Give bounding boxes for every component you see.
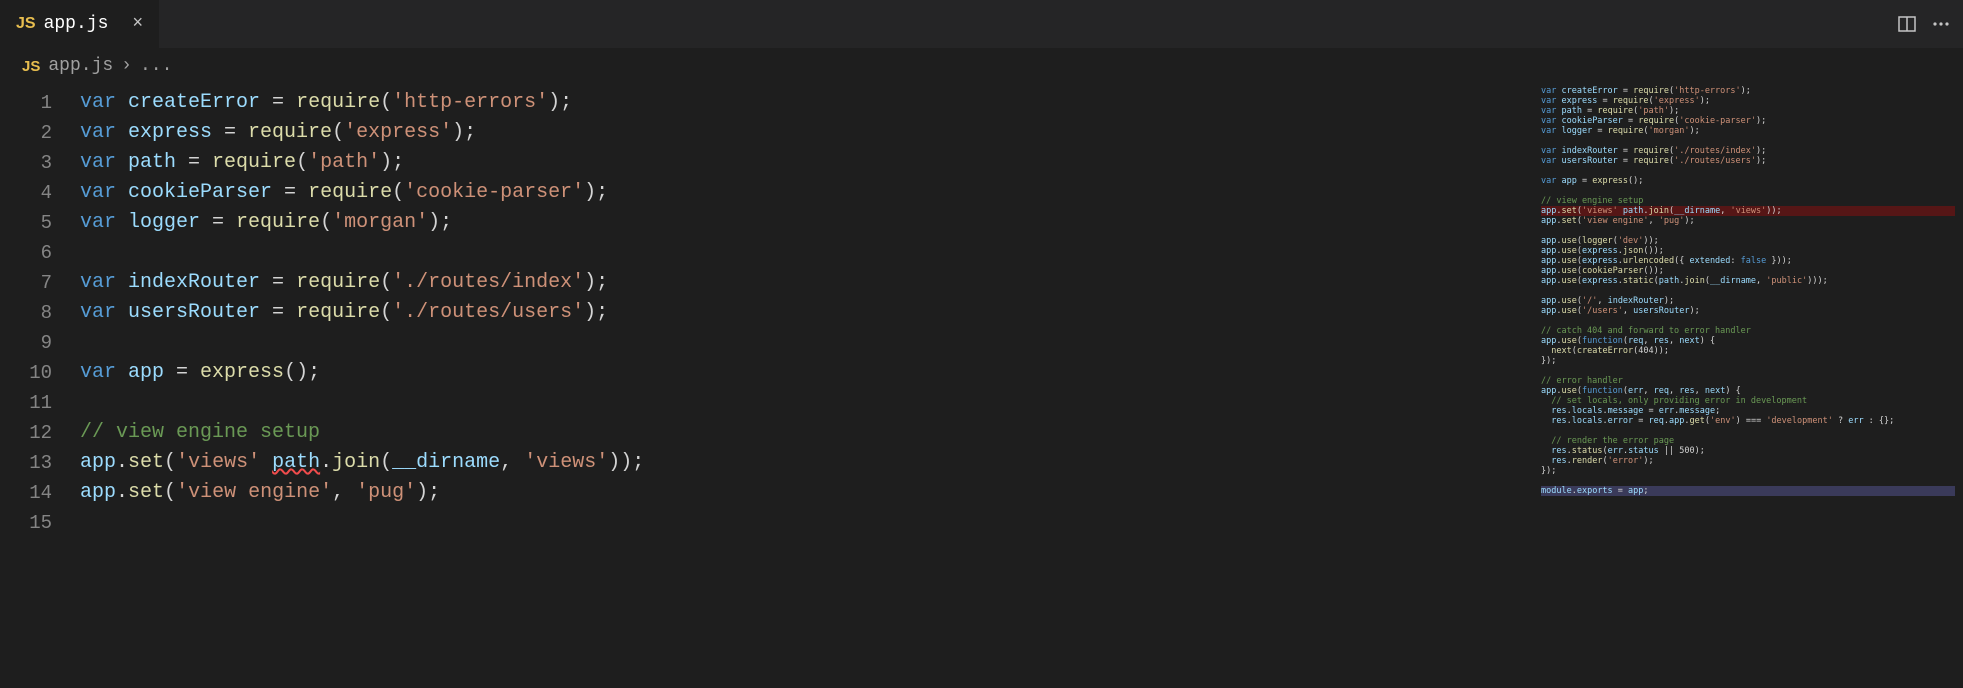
code-line[interactable]: 2var express = require('express'); [0, 118, 1533, 148]
code-line[interactable]: 1var createError = require('http-errors'… [0, 88, 1533, 118]
line-number[interactable]: 11 [0, 388, 80, 418]
javascript-file-icon: JS [16, 15, 36, 33]
split-editor-icon[interactable] [1897, 14, 1917, 34]
tabs-bar: JS app.js × [0, 0, 1963, 48]
minimap-line[interactable]: var app = express(); [1541, 176, 1955, 186]
line-number[interactable]: 4 [0, 178, 80, 208]
code-content[interactable]: app.set('view engine', 'pug'); [80, 478, 440, 508]
minimap-line[interactable]: // catch 404 and forward to error handle… [1541, 326, 1955, 336]
line-number[interactable]: 2 [0, 118, 80, 148]
minimap-line[interactable]: app.use(function(req, res, next) { [1541, 336, 1955, 346]
minimap[interactable]: var createError = require('http-errors')… [1533, 84, 1963, 688]
line-number[interactable]: 7 [0, 268, 80, 298]
breadcrumb[interactable]: JS app.js › ... [0, 48, 1963, 84]
chevron-right-icon: › [121, 56, 132, 76]
minimap-line[interactable]: app.use(function(err, req, res, next) { [1541, 386, 1955, 396]
code-line[interactable]: 3var path = require('path'); [0, 148, 1533, 178]
minimap-line[interactable]: var express = require('express'); [1541, 96, 1955, 106]
more-actions-icon[interactable] [1931, 14, 1951, 34]
minimap-line[interactable]: // render the error page [1541, 436, 1955, 446]
minimap-line[interactable]: app.use(express.urlencoded({ extended: f… [1541, 256, 1955, 266]
code-line[interactable]: 9 [0, 328, 1533, 358]
code-content[interactable]: var createError = require('http-errors')… [80, 88, 572, 118]
minimap-line[interactable]: // set locals, only providing error in d… [1541, 396, 1955, 406]
code-line[interactable]: 11 [0, 388, 1533, 418]
minimap-line[interactable]: app.use('/users', usersRouter); [1541, 306, 1955, 316]
minimap-line[interactable]: app.set('view engine', 'pug'); [1541, 216, 1955, 226]
code-line[interactable]: 5var logger = require('morgan'); [0, 208, 1533, 238]
code-content[interactable]: // view engine setup [80, 418, 320, 448]
minimap-line[interactable]: // error handler [1541, 376, 1955, 386]
minimap-line[interactable]: res.locals.message = err.message; [1541, 406, 1955, 416]
minimap-line[interactable]: app.use(express.static(path.join(__dirna… [1541, 276, 1955, 286]
code-content[interactable]: var logger = require('morgan'); [80, 208, 452, 238]
tab-app-js[interactable]: JS app.js × [0, 0, 159, 48]
code-content[interactable]: app.set('views' path.join(__dirname, 'vi… [80, 448, 644, 478]
code-line[interactable]: 12// view engine setup [0, 418, 1533, 448]
minimap-line[interactable]: app.use(logger('dev')); [1541, 236, 1955, 246]
minimap-line[interactable]: // view engine setup [1541, 196, 1955, 206]
minimap-line[interactable]: }); [1541, 356, 1955, 366]
line-number[interactable]: 8 [0, 298, 80, 328]
code-line[interactable]: 8var usersRouter = require('./routes/use… [0, 298, 1533, 328]
code-editor[interactable]: 1var createError = require('http-errors'… [0, 84, 1533, 688]
minimap-line[interactable]: var logger = require('morgan'); [1541, 126, 1955, 136]
minimap-line[interactable] [1541, 286, 1955, 296]
line-number[interactable]: 15 [0, 508, 80, 538]
minimap-line[interactable]: res.render('error'); [1541, 456, 1955, 466]
minimap-line[interactable]: next(createError(404)); [1541, 346, 1955, 356]
minimap-line[interactable] [1541, 136, 1955, 146]
code-content[interactable]: var usersRouter = require('./routes/user… [80, 298, 608, 328]
code-line[interactable]: 14app.set('view engine', 'pug'); [0, 478, 1533, 508]
minimap-line[interactable] [1541, 316, 1955, 326]
code-line[interactable]: 10var app = express(); [0, 358, 1533, 388]
code-content[interactable]: var cookieParser = require('cookie-parse… [80, 178, 608, 208]
minimap-line[interactable] [1541, 426, 1955, 436]
minimap-line[interactable]: var path = require('path'); [1541, 106, 1955, 116]
line-number[interactable]: 5 [0, 208, 80, 238]
code-line[interactable]: 6 [0, 238, 1533, 268]
minimap-line[interactable]: app.use('/', indexRouter); [1541, 296, 1955, 306]
close-icon[interactable]: × [132, 14, 143, 34]
code-line[interactable]: 15 [0, 508, 1533, 538]
line-number[interactable]: 3 [0, 148, 80, 178]
editor-wrap: 1var createError = require('http-errors'… [0, 84, 1963, 688]
minimap-line[interactable] [1541, 226, 1955, 236]
code-line[interactable]: 13app.set('views' path.join(__dirname, '… [0, 448, 1533, 478]
line-number[interactable]: 13 [0, 448, 80, 478]
minimap-line[interactable]: app.set('views' path.join(__dirname, 'vi… [1541, 206, 1955, 216]
minimap-line[interactable]: }); [1541, 466, 1955, 476]
line-number[interactable]: 9 [0, 328, 80, 358]
javascript-file-icon: JS [22, 58, 40, 75]
code-content[interactable]: var indexRouter = require('./routes/inde… [80, 268, 608, 298]
tab-label: app.js [44, 14, 109, 34]
code-content[interactable]: var express = require('express'); [80, 118, 476, 148]
breadcrumb-tail[interactable]: ... [140, 56, 172, 76]
minimap-line[interactable] [1541, 366, 1955, 376]
code-line[interactable]: 7var indexRouter = require('./routes/ind… [0, 268, 1533, 298]
code-content[interactable]: var app = express(); [80, 358, 320, 388]
minimap-line[interactable]: app.use(express.json()); [1541, 246, 1955, 256]
line-number[interactable]: 12 [0, 418, 80, 448]
line-number[interactable]: 6 [0, 238, 80, 268]
minimap-line[interactable] [1541, 476, 1955, 486]
code-content[interactable]: var path = require('path'); [80, 148, 404, 178]
line-number[interactable]: 14 [0, 478, 80, 508]
minimap-line[interactable]: var usersRouter = require('./routes/user… [1541, 156, 1955, 166]
minimap-line[interactable]: var indexRouter = require('./routes/inde… [1541, 146, 1955, 156]
code-line[interactable]: 4var cookieParser = require('cookie-pars… [0, 178, 1533, 208]
minimap-line[interactable]: res.status(err.status || 500); [1541, 446, 1955, 456]
minimap-line[interactable]: module.exports = app; [1541, 486, 1955, 496]
minimap-line[interactable] [1541, 186, 1955, 196]
minimap-line[interactable] [1541, 166, 1955, 176]
editor-actions [1897, 0, 1963, 48]
line-number[interactable]: 1 [0, 88, 80, 118]
minimap-line[interactable]: app.use(cookieParser()); [1541, 266, 1955, 276]
line-number[interactable]: 10 [0, 358, 80, 388]
minimap-line[interactable]: res.locals.error = req.app.get('env') ==… [1541, 416, 1955, 426]
breadcrumb-file[interactable]: app.js [48, 56, 113, 76]
minimap-line[interactable]: var createError = require('http-errors')… [1541, 86, 1955, 96]
minimap-line[interactable]: var cookieParser = require('cookie-parse… [1541, 116, 1955, 126]
